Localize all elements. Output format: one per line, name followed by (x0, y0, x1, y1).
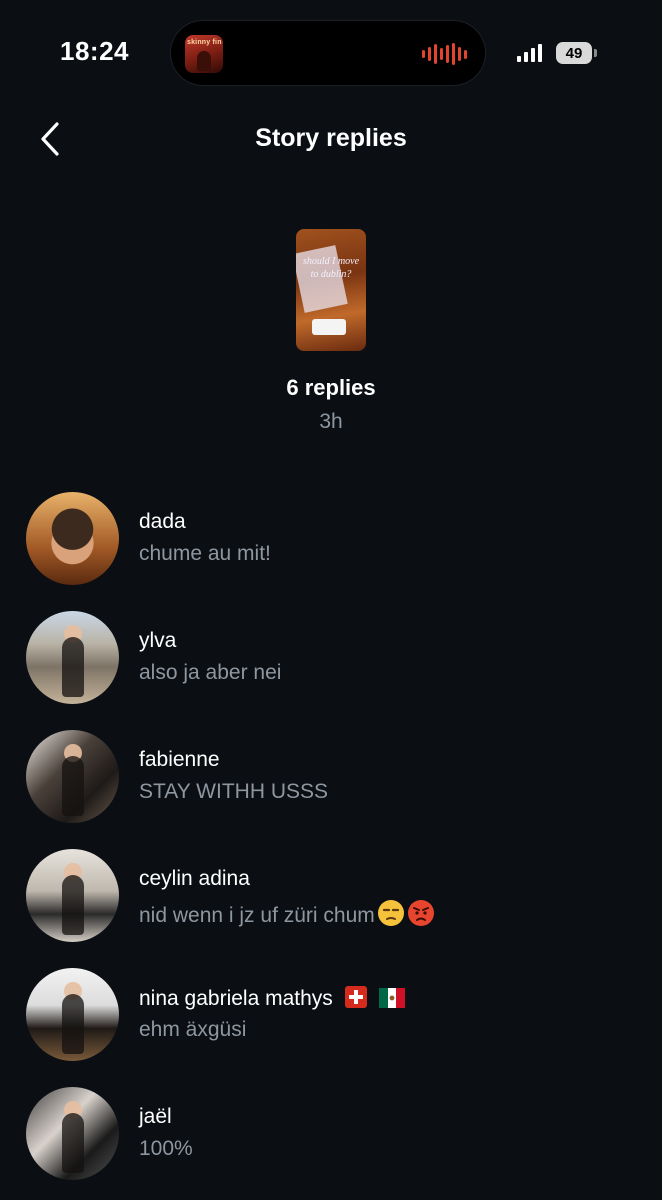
story-replies-screen: 18:24 skinny fin 49 Story replies should… (0, 0, 662, 1200)
reply-message: chume au mit! (139, 542, 271, 565)
battery-icon: 49 (556, 42, 592, 64)
reply-row[interactable]: nina gabriela mathys ehm äxgüsi (0, 968, 662, 1062)
reply-message: STAY WITHH USSS (139, 780, 329, 803)
reply-username[interactable]: dada (139, 510, 186, 534)
reply-message: nid wenn i jz uf züri chum (139, 904, 375, 927)
cellular-signal-icon (517, 44, 542, 62)
story-sticker (312, 319, 346, 335)
reply-username: nina gabriela mathys (139, 987, 333, 1010)
page-title: Story replies (255, 124, 407, 152)
unamused-face-icon (377, 900, 404, 926)
artwork-text: skinny fin (187, 39, 222, 46)
avatar[interactable] (26, 611, 119, 704)
reply-username[interactable]: ceylin adina (139, 867, 250, 891)
reply-row[interactable]: ylva also ja aber nei (0, 611, 662, 705)
reply-message: ehm äxgüsi (139, 1018, 247, 1041)
avatar[interactable] (26, 492, 119, 585)
avatar[interactable] (26, 849, 119, 942)
replies-count: 6 replies (286, 375, 376, 400)
now-playing-artwork: skinny fin (185, 35, 223, 73)
switzerland-flag-icon (344, 986, 367, 1008)
angry-face-icon (407, 900, 434, 926)
reply-message-container: nid wenn i jz uf züri chum (139, 899, 435, 928)
audio-waveform-icon (422, 43, 467, 65)
avatar[interactable] (26, 730, 119, 823)
reply-message: also ja aber nei (139, 661, 282, 684)
reply-username[interactable]: ylva (139, 629, 176, 653)
reply-username-container[interactable]: nina gabriela mathys (139, 986, 405, 1011)
status-time: 18:24 (60, 36, 129, 66)
reply-row[interactable]: dada chume au mit! (0, 492, 662, 586)
story-age: 3h (319, 410, 343, 433)
reply-row[interactable]: ceylin adina nid wenn i jz uf züri chum (0, 849, 662, 943)
story-thumbnail[interactable]: should I move to dublin? (296, 229, 366, 351)
reply-username[interactable]: fabienne (139, 748, 220, 772)
reply-message: 100% (139, 1137, 193, 1160)
dynamic-island[interactable]: skinny fin (170, 20, 486, 86)
reply-row[interactable]: jaël 100% (0, 1087, 662, 1181)
reply-username[interactable]: jaël (139, 1105, 172, 1129)
avatar[interactable] (26, 1087, 119, 1180)
mexico-flag-icon (378, 988, 405, 1008)
reply-row[interactable]: fabienne STAY WITHH USSS (0, 730, 662, 824)
story-thumbnail-text: should I move to dublin? (302, 256, 360, 280)
avatar[interactable] (26, 968, 119, 1061)
